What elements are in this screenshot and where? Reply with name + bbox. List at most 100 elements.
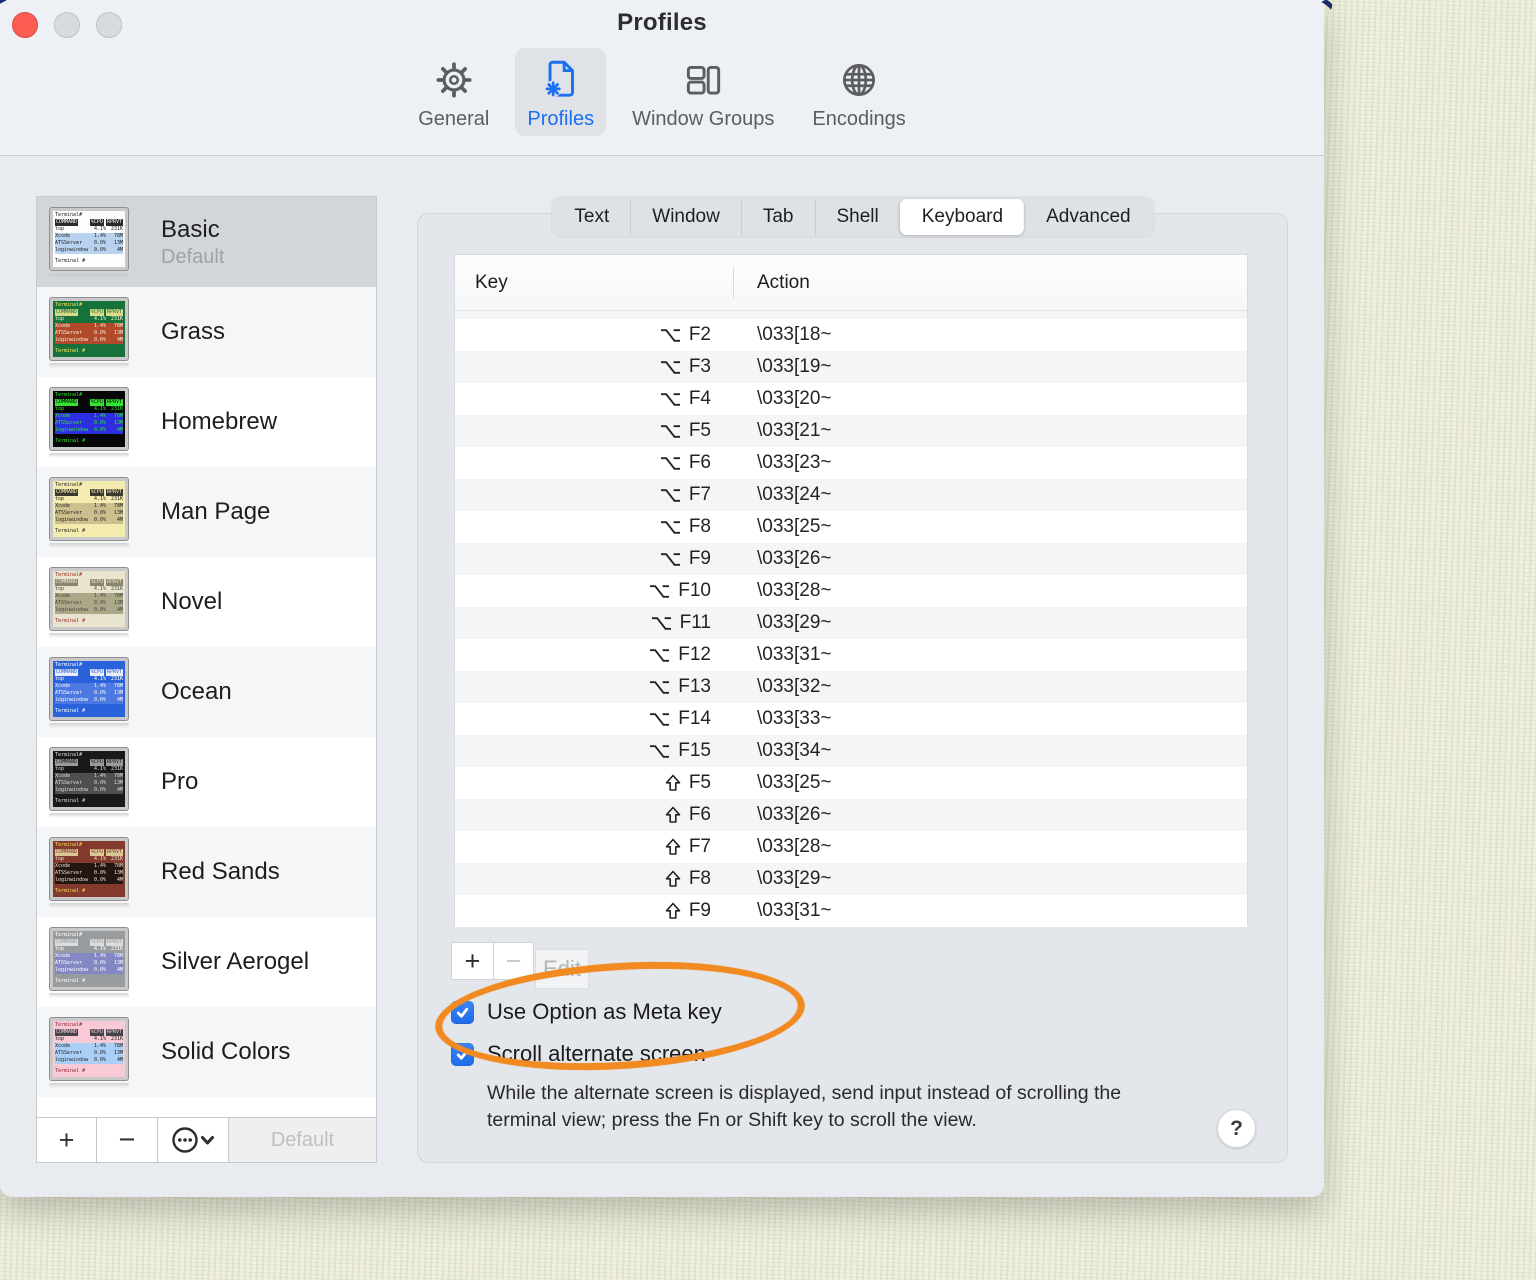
key-binding-row[interactable]: F9 \033[26~ [455, 543, 1247, 575]
key-binding-row[interactable]: F4 \033[20~ [455, 383, 1247, 415]
checkbox-checked-icon[interactable] [451, 1042, 474, 1066]
set-default-button[interactable]: Default [229, 1118, 376, 1162]
tab-advanced[interactable]: Advanced [1024, 199, 1152, 235]
key-binding-row[interactable]: F8 \033[25~ [455, 511, 1247, 543]
document-gear-icon [537, 56, 585, 104]
profile-row-novel[interactable]: Terminal# COMMAND %CPU RPRVT top 4.1% 231K Xcod… [37, 557, 376, 647]
remove-binding-button[interactable]: − [493, 942, 534, 980]
thumbnail-reflection [49, 632, 129, 638]
profile-meta: Novel [161, 588, 222, 616]
key-label: F3 [688, 356, 711, 377]
profile-meta: Silver Aerogel [161, 948, 309, 976]
profile-name: Ocean [161, 678, 232, 705]
globe-icon [835, 56, 883, 104]
profile-row-red-sands[interactable]: Terminal# COMMAND %CPU RPRVT top 4.1% 231K Xcod… [37, 827, 376, 917]
profile-meta: Homebrew [161, 408, 277, 436]
key-binding-row[interactable]: F15 \033[34~ [455, 735, 1247, 767]
profile-row-homebrew[interactable]: Terminal# COMMAND %CPU RPRVT top 4.1% 231K Xcod… [37, 377, 376, 467]
toolbar-item-label: Profiles [527, 108, 595, 130]
profile-actions-menu-button[interactable] [158, 1118, 229, 1162]
action-cell: \033[24~ [757, 484, 832, 505]
action-cell: \033[25~ [757, 772, 832, 793]
key-binding-row[interactable]: F6 \033[26~ [455, 799, 1247, 831]
tab-window[interactable]: Window [630, 199, 741, 235]
profile-row-grass[interactable]: Terminal# COMMAND %CPU RPRVT top 4.1% 231K Xcod… [37, 287, 376, 377]
alternate-screen-help-text: While the alternate screen is displayed,… [487, 1082, 1122, 1131]
tab-text[interactable]: Text [553, 199, 630, 235]
key-binding-row[interactable]: F6 \033[23~ [455, 447, 1247, 479]
key-label: F6 [688, 804, 711, 825]
remove-profile-button[interactable]: − [97, 1118, 158, 1162]
toolbar-item-general[interactable]: General [406, 48, 501, 136]
tab-shell[interactable]: Shell [814, 199, 899, 235]
key-binding-row[interactable]: F2 \033[18~ [455, 319, 1247, 351]
profile-row-pro[interactable]: Terminal# COMMAND %CPU RPRVT top 4.1% 231K Xcod… [37, 737, 376, 827]
key-cell: F14 [455, 708, 733, 730]
key-binding-row[interactable]: F13 \033[32~ [455, 671, 1247, 703]
profile-list-panel: Terminal# COMMAND %CPU RPRVT top 4.1% 231K Xcod… [36, 196, 377, 1163]
profile-thumbnail: Terminal# COMMAND %CPU RPRVT top 4.1% 231K Xcod… [49, 476, 137, 548]
profile-name: Pro [161, 768, 199, 795]
checkbox-checked-icon[interactable] [451, 1000, 474, 1024]
key-label: F11 [679, 612, 711, 633]
key-binding-row[interactable]: F10 \033[28~ [455, 575, 1247, 607]
scroll-alternate-screen-checkbox-row[interactable]: Scroll alternate screen [451, 1041, 706, 1067]
key-cell: F8 [455, 516, 733, 538]
toolbar-item-label: General [418, 108, 490, 130]
profile-row-solid-colors[interactable]: Terminal# COMMAND %CPU RPRVT top 4.1% 231K Xcod… [37, 1007, 376, 1097]
profile-row-man-page[interactable]: Terminal# COMMAND %CPU RPRVT top 4.1% 231K Xcod… [37, 467, 376, 557]
tab-tab[interactable]: Tab [740, 199, 815, 235]
key-binding-row[interactable]: F14 \033[33~ [455, 703, 1247, 735]
key-cell: F6 [455, 452, 733, 474]
tab-keyboard[interactable]: Keyboard [899, 199, 1025, 235]
key-binding-row[interactable]: F5 \033[21~ [455, 415, 1247, 447]
key-binding-row[interactable]: F8 \033[29~ [455, 863, 1247, 895]
add-binding-button[interactable]: + [451, 942, 494, 980]
checkbox-label: Scroll alternate screen [487, 1041, 706, 1066]
profile-thumbnail: Terminal# COMMAND %CPU RPRVT top 4.1% 231K Xcod… [49, 746, 137, 818]
profile-name: Silver Aerogel [161, 948, 310, 975]
action-cell: \033[31~ [757, 900, 832, 921]
option-key-icon [660, 552, 681, 567]
key-binding-row[interactable]: F12 \033[31~ [455, 639, 1247, 671]
key-binding-row[interactable]: F11 \033[29~ [455, 607, 1247, 639]
column-header-action[interactable]: Action [733, 272, 1247, 294]
shift-key-icon [665, 774, 681, 792]
shift-key-icon [665, 870, 681, 888]
profile-name: Homebrew [161, 408, 278, 435]
toolbar-item-encodings[interactable]: Encodings [800, 48, 917, 136]
thumbnail-reflection [49, 1082, 129, 1088]
action-cell: \033[28~ [757, 836, 832, 857]
thumbnail-reflection [49, 272, 129, 278]
thumbnail-reflection [49, 902, 129, 908]
toolbar-item-window-groups[interactable]: Window Groups [620, 48, 786, 136]
window-groups-icon [679, 56, 727, 104]
profile-row-silver-aerogel[interactable]: Terminal# COMMAND %CPU RPRVT top 4.1% 231K Xcod… [37, 917, 376, 1007]
key-label: F12 [678, 644, 711, 665]
use-option-as-meta-checkbox-row[interactable]: Use Option as Meta key [451, 999, 722, 1025]
profile-list: Terminal# COMMAND %CPU RPRVT top 4.1% 231K Xcod… [37, 197, 376, 1097]
key-binding-row[interactable]: F7 \033[28~ [455, 831, 1247, 863]
key-cell: F4 [455, 388, 733, 410]
toolbar-item-profiles[interactable]: Profiles [515, 48, 607, 136]
profile-row-ocean[interactable]: Terminal# COMMAND %CPU RPRVT top 4.1% 231K Xcod… [37, 647, 376, 737]
profile-settings-pane: Text Window Tab Shell Keyboard Advanced Key A… [417, 197, 1288, 1163]
help-button[interactable]: ? [1217, 1109, 1256, 1148]
action-cell: \033[31~ [757, 644, 832, 665]
column-header-key[interactable]: Key [455, 272, 733, 294]
profile-meta: Grass [161, 318, 225, 346]
shift-key-icon [665, 806, 681, 824]
edit-binding-button[interactable]: Edit [535, 949, 589, 989]
key-label: F5 [688, 420, 711, 441]
profile-row-basic[interactable]: Terminal# COMMAND %CPU RPRVT top 4.1% 231K Xcod… [37, 197, 376, 287]
add-profile-button[interactable]: + [37, 1118, 97, 1162]
key-binding-row[interactable]: F5 \033[25~ [455, 767, 1247, 799]
column-divider[interactable] [733, 267, 734, 298]
key-binding-row[interactable]: F7 \033[24~ [455, 479, 1247, 511]
option-key-icon [660, 424, 681, 439]
key-binding-row[interactable]: F3 \033[19~ [455, 351, 1247, 383]
gear-icon [430, 56, 478, 104]
key-binding-row[interactable]: F9 \033[31~ [455, 895, 1247, 927]
profile-thumbnail: Terminal# COMMAND %CPU RPRVT top 4.1% 231K Xcod… [49, 656, 137, 728]
profile-thumbnail: Terminal# COMMAND %CPU RPRVT top 4.1% 231K Xcod… [49, 296, 137, 368]
